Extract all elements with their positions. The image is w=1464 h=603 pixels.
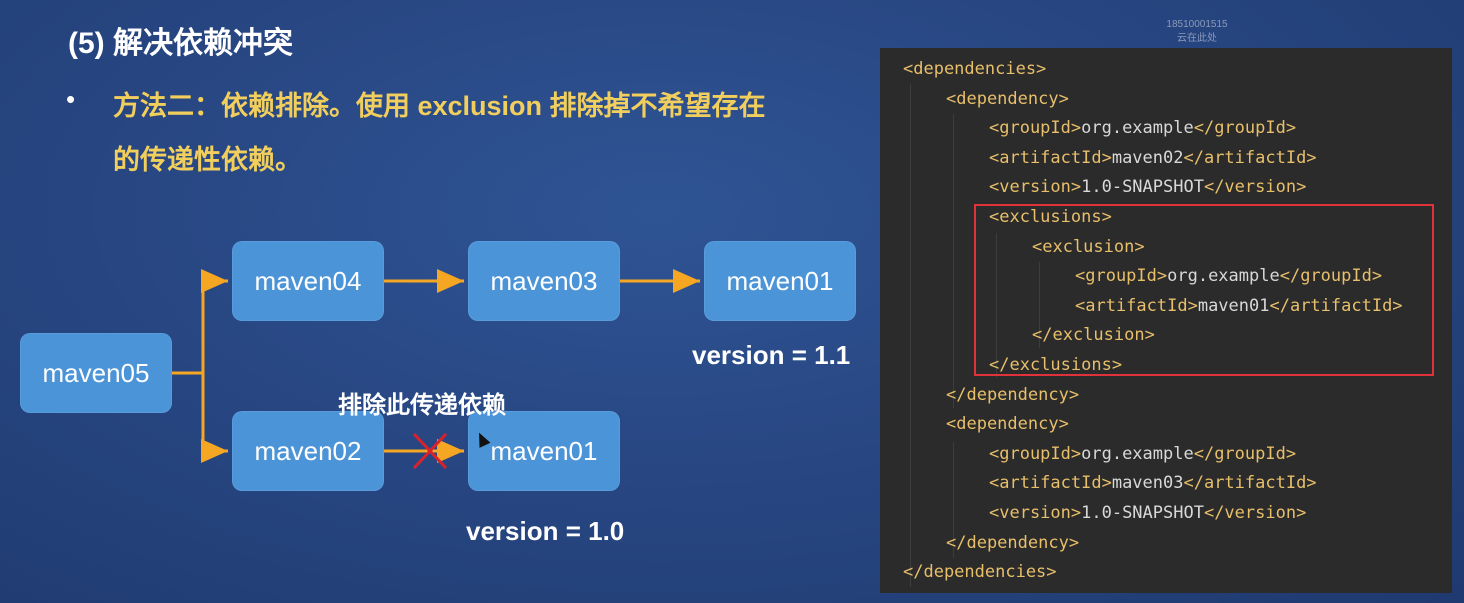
code-tag: <artifactId> <box>989 147 1112 168</box>
node-maven02: maven02 <box>232 411 384 491</box>
code-line: <version>1.0-SNAPSHOT</version> <box>989 172 1306 202</box>
code-tag: </version> <box>1203 503 1307 523</box>
node-maven03: maven03 <box>468 241 620 321</box>
code-value: org.example <box>1081 118 1194 139</box>
exclude-note: 排除此传递依赖 <box>338 392 506 419</box>
code-value: maven03 <box>1111 473 1184 494</box>
code-tag: <dependency> <box>946 88 1069 109</box>
node-maven01-bottom: maven01 <box>468 411 620 491</box>
code-line: <artifactId>maven03</artifactId> <box>989 468 1317 498</box>
exclusions-highlight-box <box>974 204 1434 376</box>
code-tag: </artifactId> <box>1183 473 1317 494</box>
code-tag: </groupId> <box>1193 443 1297 464</box>
code-tag: </artifactId> <box>1183 147 1317 168</box>
code-tag: </dependency> <box>946 384 1080 405</box>
code-value: 1.0-SNAPSHOT <box>1081 177 1204 198</box>
code-line: <version>1.0-SNAPSHOT</version> <box>989 498 1306 528</box>
indent-guide <box>953 114 954 408</box>
code-tag: <version> <box>989 177 1082 198</box>
code-line: </dependencies> <box>903 557 1057 587</box>
code-line: <artifactId>maven02</artifactId> <box>989 143 1317 173</box>
version-label-top: version = 1.1 <box>692 340 851 370</box>
code-tag: </version> <box>1203 177 1307 198</box>
code-tag: </dependencies> <box>903 562 1057 583</box>
code-line: <dependencies> <box>903 54 1046 84</box>
version-label-bottom: version = 1.0 <box>466 516 625 546</box>
node-maven04: maven04 <box>232 241 384 321</box>
code-line: <groupId>org.example</groupId> <box>989 113 1296 143</box>
code-tag: <artifactId> <box>989 473 1112 494</box>
code-value: org.example <box>1081 443 1194 464</box>
code-line: </dependency> <box>946 380 1079 410</box>
node-maven01-top: maven01 <box>704 241 856 321</box>
code-tag: <dependency> <box>946 414 1069 435</box>
code-line: </dependency> <box>946 528 1079 558</box>
code-value: 1.0-SNAPSHOT <box>1081 503 1204 523</box>
code-tag: <dependencies> <box>903 59 1047 79</box>
code-panel: <dependencies> <dependency> <groupId>org.e… <box>880 48 1452 593</box>
code-tag: </groupId> <box>1193 118 1297 139</box>
code-value: maven02 <box>1111 147 1184 168</box>
code-tag: <version> <box>989 503 1082 523</box>
indent-guide <box>910 84 911 587</box>
code-line: <dependency> <box>946 409 1069 439</box>
code-line: <dependency> <box>946 84 1069 114</box>
code-tag: <groupId> <box>989 118 1082 139</box>
node-maven05: maven05 <box>20 333 172 413</box>
code-tag: </dependency> <box>946 532 1080 553</box>
code-tag: <groupId> <box>989 443 1082 464</box>
code-line: <groupId>org.example</groupId> <box>989 439 1296 469</box>
